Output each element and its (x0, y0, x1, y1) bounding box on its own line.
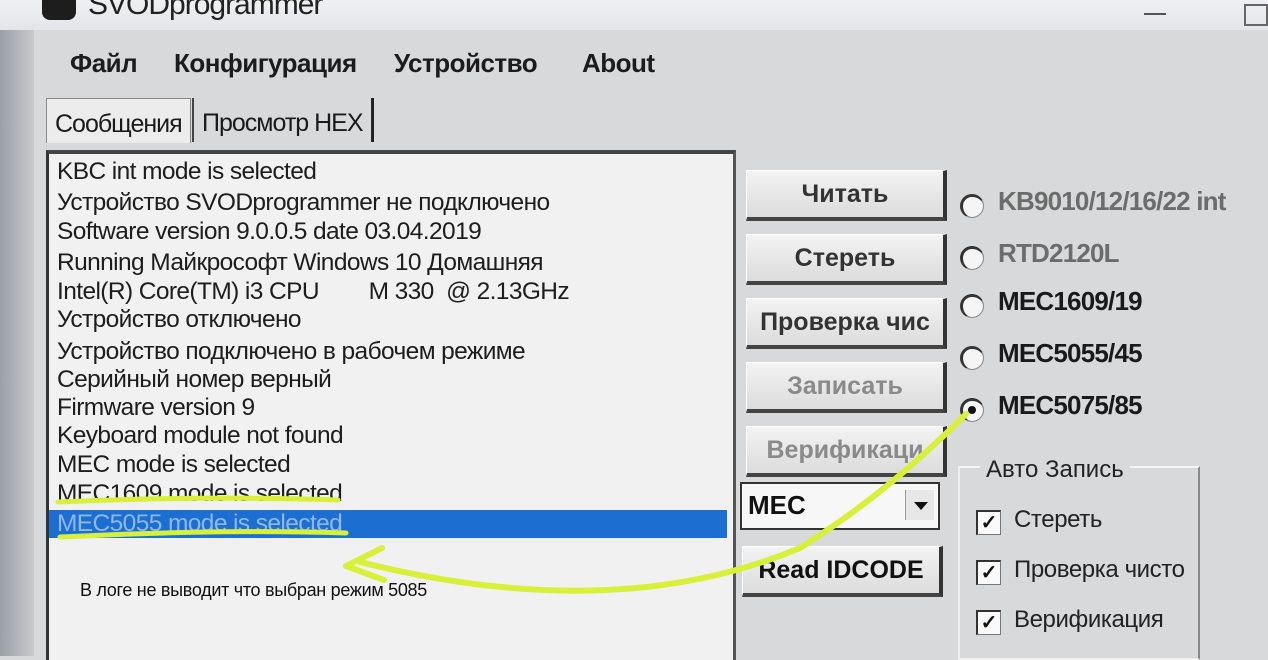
log-line: Keyboard module not found (57, 422, 344, 449)
tab-messages[interactable]: Сообщения (46, 98, 191, 143)
mode-select[interactable]: MEC (740, 482, 940, 530)
radio-dot-checked[interactable] (960, 398, 984, 422)
radio-dot[interactable] (960, 346, 984, 370)
minimize-icon[interactable] (1140, 2, 1170, 24)
log-line: KBC int mode is selected (57, 158, 317, 185)
radio-dot[interactable] (960, 246, 984, 270)
radio-label: KB9010/12/16/22 int (998, 186, 1226, 216)
write-button[interactable]: Записать (746, 362, 947, 413)
window-left-edge (0, 30, 34, 656)
radio-label: RTD2120L (998, 238, 1120, 268)
checkbox-label: Проверка чисто (1014, 556, 1185, 583)
checkbox-label: Верификация (1014, 606, 1164, 633)
log-line: Firmware version 9 (57, 394, 255, 421)
annotation-note: В логе не выводит что выбран режим 5085 (80, 580, 427, 600)
menu-about[interactable]: About (582, 48, 655, 79)
title-bar: SVODprogrammer (0, 0, 1268, 30)
radio-dot[interactable] (960, 294, 984, 318)
log-line: Серийный номер верный (57, 366, 332, 393)
auto-write-title: Авто Запись (980, 456, 1130, 484)
checkbox-label: Стереть (1014, 506, 1102, 533)
window-title: SVODprogrammer (88, 0, 323, 21)
verify-button[interactable]: Верификаци (746, 426, 947, 477)
app-icon (42, 0, 76, 20)
menu-configuration[interactable]: Конфигурация (174, 48, 357, 79)
radio-dot[interactable] (960, 194, 984, 218)
log-line: Устройство SVODprogrammer не подключено (57, 189, 550, 216)
log-line: Устройство отключено (57, 306, 302, 333)
menu-device[interactable]: Устройство (394, 48, 538, 79)
log-line: Running Майкрософт Windows 10 Домашняя (57, 249, 544, 276)
tab-hex-view[interactable]: Просмотр HEX (192, 98, 374, 142)
erase-button[interactable]: Стереть (746, 234, 947, 285)
chevron-down-icon[interactable] (905, 490, 934, 520)
checkbox-checked[interactable]: ✓ (976, 560, 1001, 585)
read-button[interactable]: Читать (746, 170, 947, 221)
log-line: Устройство подключено в рабочем режиме (57, 338, 526, 365)
menu-file[interactable]: Файл (70, 48, 138, 79)
log-line: Software version 9.0.0.5 date 03.04.2019 (57, 218, 482, 245)
radio-label: MEC5055/45 (998, 338, 1143, 368)
tab-strip: Сообщения Просмотр HEX (40, 98, 740, 148)
menu-bar: Файл Конфигурация Устройство About (34, 40, 1268, 90)
read-idcode-button[interactable]: Read IDCODE (742, 546, 943, 597)
auto-write-group: Авто Запись ✓ Стереть ✓ Проверка чисто ✓… (958, 456, 1200, 660)
radio-label: MEC5075/85 (998, 390, 1143, 420)
mode-select-value: MEC (748, 490, 806, 520)
log-line: Intel(R) Core(TM) i3 CPU M 330 @ 2.13GHz (57, 278, 570, 305)
maximize-icon[interactable] (1238, 0, 1268, 26)
checkbox-checked[interactable]: ✓ (976, 510, 1001, 535)
log-line: MEC mode is selected (57, 451, 291, 478)
radio-label: MEC1609/19 (998, 286, 1143, 316)
log-line: MEC1609 mode is selected (57, 480, 343, 507)
checkbox-checked[interactable]: ✓ (976, 610, 1001, 635)
blank-check-button[interactable]: Проверка чис (746, 298, 947, 349)
log-line-selected[interactable]: MEC5055 mode is selected (49, 510, 727, 538)
